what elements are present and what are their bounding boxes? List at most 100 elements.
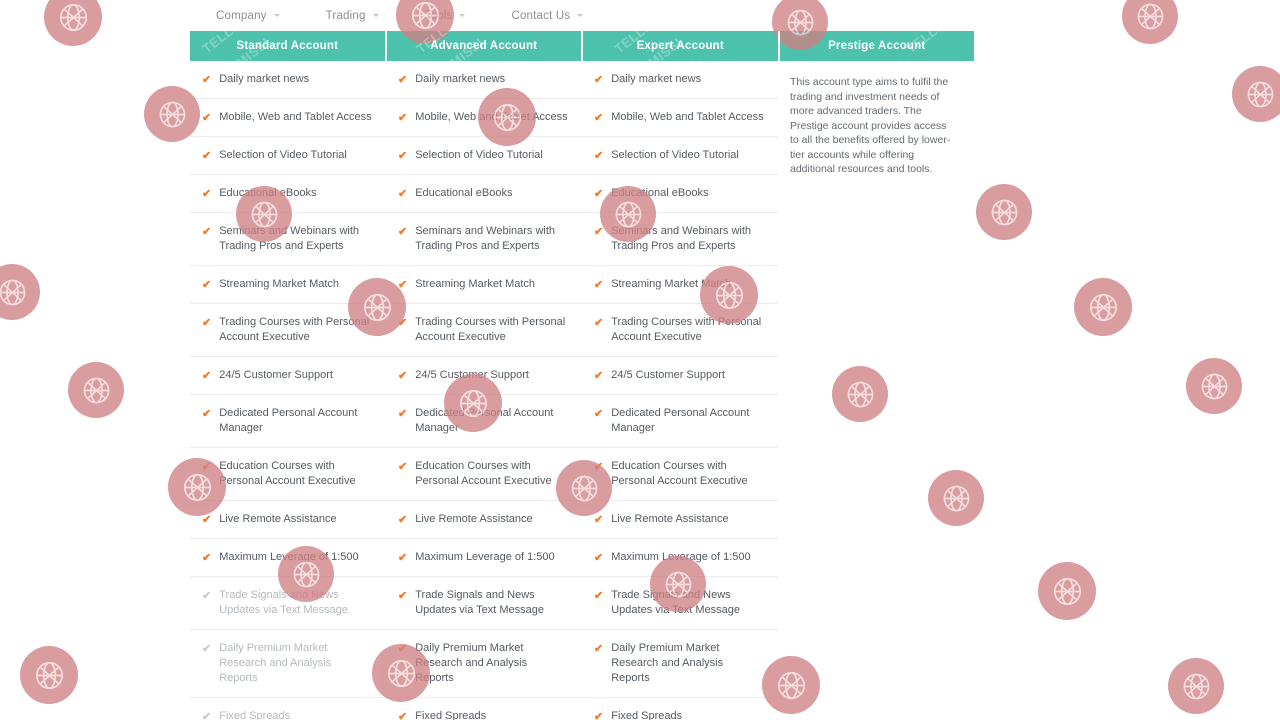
- feature-label: Daily Premium Market Research and Analys…: [415, 642, 528, 684]
- column-header-standard[interactable]: Standard Account: [190, 31, 385, 61]
- table-body: ✔ Daily market news ✔ Mobile, Web and Table…: [190, 61, 974, 720]
- feature-label: Mobile, Web and Tablet Access: [219, 111, 372, 123]
- feature-label: Mobile, Web and Tablet Access: [611, 111, 764, 123]
- check-icon: ✔: [202, 112, 212, 124]
- feature-label: Trade Signals and News Updates via Text …: [415, 589, 545, 616]
- feature-cell: ✔ Live Remote Assistance: [190, 501, 386, 539]
- check-icon: ✔: [202, 514, 212, 526]
- check-icon: ✔: [594, 150, 604, 162]
- account-comparison-table: TELLIGE MISSI TELLIGE MISSI TELLIGE MISS…: [190, 31, 974, 720]
- check-icon: ✔: [594, 590, 604, 602]
- check-icon: ✔: [202, 226, 212, 238]
- chevron-down-icon: [273, 14, 280, 17]
- feature-label: Dedicated Personal Account Manager: [415, 407, 554, 434]
- feature-label: Seminars and Webinars with Trading Pros …: [611, 225, 752, 252]
- feature-label: Education Courses with Personal Account …: [219, 460, 356, 487]
- check-icon: ✔: [594, 514, 604, 526]
- feature-cell: ✔ Seminars and Webinars with Trading Pros…: [582, 213, 778, 266]
- feature-label: Educational eBooks: [611, 187, 709, 199]
- feature-label: Selection of Video Tutorial: [611, 149, 739, 161]
- feature-cell: ✔ Selection of Video Tutorial: [190, 137, 386, 175]
- check-icon: ✔: [594, 279, 604, 291]
- feature-cell: ✔ Seminars and Webinars with Trading Pros…: [386, 213, 582, 266]
- check-icon: ✔: [398, 74, 408, 86]
- feature-label: Streaming Market Match: [611, 278, 732, 290]
- check-disabled-icon: ✔: [202, 711, 212, 720]
- column-header-prestige[interactable]: Prestige Account: [777, 31, 975, 61]
- feature-label: Mobile, Web and Tablet Access: [415, 111, 568, 123]
- nav-item-contact-us[interactable]: Contact Us: [511, 9, 584, 22]
- check-icon: ✔: [594, 226, 604, 238]
- check-icon: ✔: [398, 552, 408, 564]
- feature-cell: ✔ Live Remote Assistance: [386, 501, 582, 539]
- check-icon: ✔: [594, 461, 604, 473]
- feature-cell: ✔ Dedicated Personal Account Manager: [386, 395, 582, 448]
- feature-cell: ✔ Educational eBooks: [582, 175, 778, 213]
- feature-cell: ✔ 24/5 Customer Support: [582, 357, 778, 395]
- feature-label: Daily market news: [219, 73, 310, 85]
- feature-cell: ✔ Educational eBooks: [190, 175, 386, 213]
- check-icon: ✔: [398, 279, 408, 291]
- feature-cell: ✔ 24/5 Customer Support: [190, 357, 386, 395]
- feature-cell: ✔ Daily Premium Market Research and Analy…: [582, 630, 778, 698]
- check-icon: ✔: [594, 711, 604, 720]
- feature-cell: ✔ Fixed Spreads: [582, 698, 778, 720]
- feature-label: Trade Signals and News Updates via Text …: [611, 589, 741, 616]
- column-header-expert[interactable]: Expert Account: [581, 31, 778, 61]
- feature-label: Dedicated Personal Account Manager: [611, 407, 750, 434]
- nav-item-tools[interactable]: Tools: [425, 10, 466, 22]
- globe-watermark-icon: [20, 646, 78, 704]
- check-icon: ✔: [398, 590, 408, 602]
- feature-label: Fixed Spreads: [611, 710, 683, 720]
- feature-cell: ✔ Education Courses with Personal Account…: [386, 448, 582, 501]
- column-advanced: ✔ Daily market news ✔ Mobile, Web and Table…: [386, 61, 582, 720]
- globe-watermark-icon: [976, 184, 1032, 240]
- feature-cell: ✔ 24/5 Customer Support: [386, 357, 582, 395]
- feature-label: Fixed Spreads: [219, 710, 291, 720]
- feature-cell: ✔ Trading Courses with Personal Account E…: [190, 304, 386, 357]
- feature-cell: ✔ Fixed Spreads: [386, 698, 582, 720]
- feature-label: Educational eBooks: [415, 187, 513, 199]
- globe-watermark-icon: [1168, 658, 1224, 714]
- check-icon: ✔: [398, 711, 408, 720]
- feature-cell: ✔ Trade Signals and News Updates via Text…: [386, 577, 582, 630]
- feature-cell: ✔ Education Courses with Personal Account…: [582, 448, 778, 501]
- globe-watermark-icon: [1186, 358, 1242, 414]
- check-icon: ✔: [594, 112, 604, 124]
- feature-cell: ✔ Streaming Market Match: [190, 266, 386, 304]
- check-icon: ✔: [594, 408, 604, 420]
- check-icon: ✔: [202, 150, 212, 162]
- feature-cell: ✔ Education Courses with Personal Account…: [190, 448, 386, 501]
- feature-cell: ✔ Daily market news: [582, 61, 778, 99]
- check-icon: ✔: [202, 461, 212, 473]
- check-icon: ✔: [202, 552, 212, 564]
- globe-watermark-icon: [1232, 66, 1280, 122]
- nav-item-company[interactable]: Company: [216, 10, 280, 22]
- feature-cell: ✔ Educational eBooks: [386, 175, 582, 213]
- feature-cell: ✔ Seminars and Webinars with Trading Pros…: [190, 213, 386, 266]
- check-icon: ✔: [398, 514, 408, 526]
- globe-watermark-icon: [1122, 0, 1178, 44]
- feature-cell: ✔ Mobile, Web and Tablet Access: [190, 99, 386, 137]
- prestige-description: This account type aims to fulfil the tra…: [790, 76, 951, 175]
- feature-label: Trading Courses with Personal Account Ex…: [219, 316, 370, 343]
- check-icon: ✔: [202, 317, 212, 329]
- feature-label: Streaming Market Match: [415, 278, 536, 290]
- nav-item-trading[interactable]: Trading: [326, 10, 379, 22]
- check-icon: ✔: [398, 408, 408, 420]
- column-header-advanced[interactable]: Advanced Account: [384, 31, 582, 61]
- check-icon: ✔: [398, 370, 408, 382]
- feature-cell: ✔ Mobile, Web and Tablet Access: [582, 99, 778, 137]
- feature-label: Seminars and Webinars with Trading Pros …: [415, 225, 556, 252]
- feature-cell: ✔ Trade Signals and News Updates via Text…: [190, 577, 386, 630]
- check-icon: ✔: [398, 317, 408, 329]
- feature-label: Live Remote Assistance: [611, 513, 729, 525]
- feature-label: Education Courses with Personal Account …: [611, 460, 748, 487]
- globe-watermark-icon: [1074, 278, 1132, 336]
- top-navigation: Company Trading Tools Contact Us: [190, 0, 974, 31]
- column-expert: ✔ Daily market news ✔ Mobile, Web and Table…: [582, 61, 778, 720]
- nav-item-label: Tools: [424, 9, 453, 22]
- feature-cell: ✔ Daily market news: [386, 61, 582, 99]
- nav-item-label: Contact Us: [511, 9, 571, 22]
- feature-label: Daily market news: [611, 73, 702, 85]
